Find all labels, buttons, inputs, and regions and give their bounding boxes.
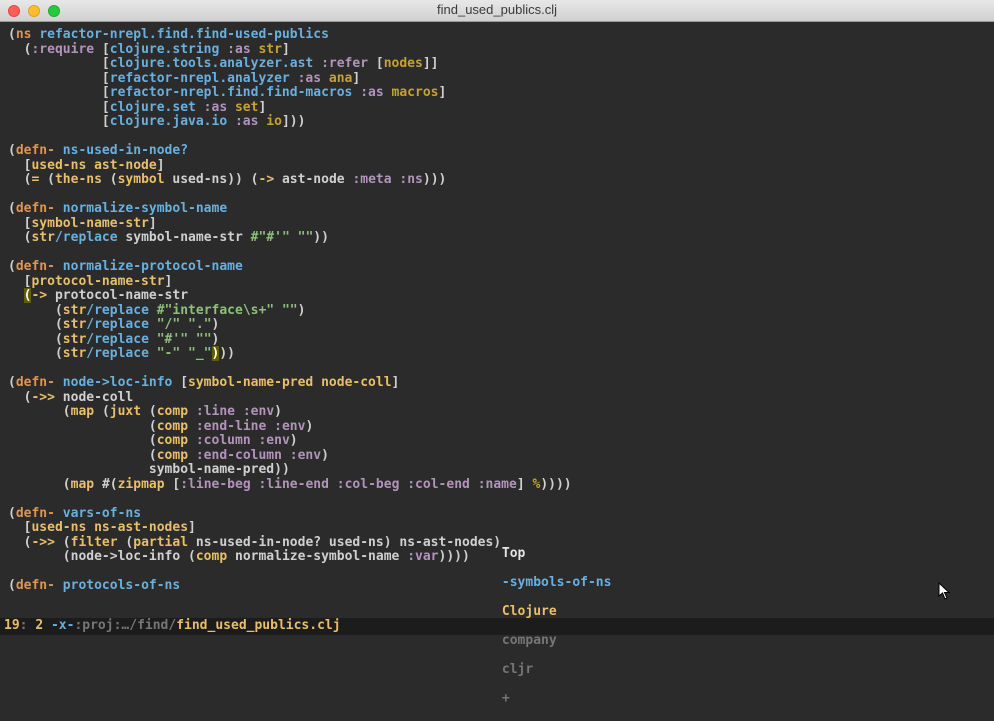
code-line: (defn- node->loc-info [symbol-name-pred … <box>8 376 986 391</box>
code-line <box>8 362 986 377</box>
code-line: (ns refactor-nrepl.find.find-used-public… <box>8 28 986 43</box>
code-line: (:require [clojure.string :as str] <box>8 43 986 58</box>
code-line <box>8 492 986 507</box>
code-editor[interactable]: (ns refactor-nrepl.find.find-used-public… <box>0 22 994 594</box>
code-line: (str/replace #"interface\s+" "") <box>8 304 986 319</box>
code-line: symbol-name-pred)) <box>8 463 986 478</box>
window-titlebar: find_used_publics.clj <box>0 0 994 22</box>
code-line: [clojure.tools.analyzer.ast :refer [node… <box>8 57 986 72</box>
code-line: [clojure.java.io :as io])) <box>8 115 986 130</box>
code-line: (defn- normalize-symbol-name <box>8 202 986 217</box>
code-line: (str/replace "#'" "") <box>8 333 986 348</box>
code-line <box>8 246 986 261</box>
code-line: (comp :end-line :env) <box>8 420 986 435</box>
status-row: 19 <box>4 619 20 634</box>
code-line: [protocol-name-str] <box>8 275 986 290</box>
code-line: (->> node-coll <box>8 391 986 406</box>
code-line <box>8 130 986 145</box>
status-position: Top <box>502 546 525 561</box>
code-line: [used-ns ast-node] <box>8 159 986 174</box>
status-minor-mode-2: cljr <box>502 662 533 677</box>
code-line: (map (juxt (comp :line :env) <box>8 405 986 420</box>
code-line: [symbol-name-str] <box>8 217 986 232</box>
code-line: (defn- normalize-protocol-name <box>8 260 986 275</box>
code-line: [refactor-nrepl.find.find-macros :as mac… <box>8 86 986 101</box>
code-line: (str/replace "/" ".") <box>8 318 986 333</box>
code-line: (comp :column :env) <box>8 434 986 449</box>
code-line <box>8 188 986 203</box>
code-line: (= (the-ns (symbol used-ns)) (-> ast-nod… <box>8 173 986 188</box>
status-bar: 19: 2 -x- :proj:…/find/find_used_publics… <box>0 618 994 635</box>
code-line: (defn- ns-used-in-node? <box>8 144 986 159</box>
code-line: [clojure.set :as set] <box>8 101 986 116</box>
code-line: (str/replace "-" "_"))) <box>8 347 986 362</box>
status-minor-mode-1: company <box>502 633 557 648</box>
window-title: find_used_publics.clj <box>0 3 994 18</box>
status-path-prefix: :proj:…/find/ <box>74 619 176 634</box>
code-line: (str/replace symbol-name-str #"#'" "")) <box>8 231 986 246</box>
status-col: 2 <box>35 619 43 634</box>
status-filename: find_used_publics.clj <box>176 619 340 634</box>
status-fn-context: -symbols-of-ns <box>502 575 612 590</box>
status-tail: + <box>502 691 510 706</box>
code-line: [refactor-nrepl.analyzer :as ana] <box>8 72 986 87</box>
code-line: (comp :end-column :env) <box>8 449 986 464</box>
code-line: (-> protocol-name-str <box>8 289 986 304</box>
status-mode: Clojure <box>502 604 557 619</box>
code-line: (defn- vars-of-ns <box>8 507 986 522</box>
status-flags: -x- <box>51 619 74 634</box>
code-line: (map #(zipmap [:line-beg :line-end :col-… <box>8 478 986 493</box>
